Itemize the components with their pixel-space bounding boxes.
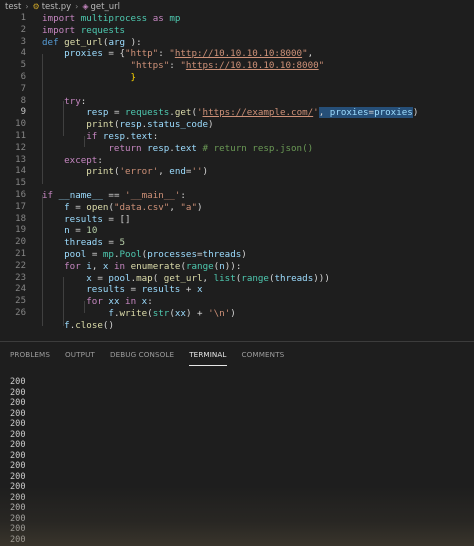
line-number: 8 [20,95,26,106]
line-number: 18 [15,213,26,224]
line-number: 1 [20,13,26,23]
code-line: 12 return resp.text # return resp.json() [0,143,474,155]
line-number: 9 [20,107,26,118]
line-number: 13 [15,154,26,165]
code-line: 10 print(resp.status_code) [0,119,474,131]
tab-terminal[interactable]: TERMINAL [189,350,227,366]
bottom-panel: PROBLEMS OUTPUT DEBUG CONSOLE TERMINAL C… [0,341,474,546]
terminal-line: 200 [10,398,26,408]
code-line: 15 [0,178,474,190]
line-number: 14 [15,166,26,177]
function-symbol-icon: ◈ [82,2,89,11]
line-number: 15 [15,178,26,189]
line-number: 7 [20,83,26,94]
code-line: 24 results = results + x [0,284,474,296]
code-line: 1 import multiprocess as mp [0,13,474,25]
code-line: 2 import requests [0,25,474,37]
code-line: 23 x = pool.map( get_url, list(range(thr… [0,273,474,285]
code-line: 22 for i, x in enumerate(range(n)): [0,261,474,273]
panel-tabs: PROBLEMS OUTPUT DEBUG CONSOLE TERMINAL C… [10,350,299,366]
python-file-icon: ⚙ [32,2,40,11]
tab-debug-console[interactable]: DEBUG CONSOLE [110,350,174,366]
line-number: 10 [15,119,26,130]
line-number: 25 [15,296,26,307]
line-number: 23 [15,272,26,283]
code-line: 7 [0,84,474,96]
breadcrumb-file[interactable]: test.py [42,2,71,12]
tab-output[interactable]: OUTPUT [65,350,95,366]
line-number: 4 [20,48,26,59]
background-overlay [0,486,474,546]
terminal-line: 200 [10,377,26,387]
line-number: 17 [15,201,26,212]
code-line: 11 if resp.text: [0,131,474,143]
line-number: 6 [20,72,26,82]
line-number: 20 [15,237,26,248]
line-number: 2 [20,24,26,35]
line-number: 21 [15,249,26,259]
line-number: 16 [15,190,26,200]
terminal-line: 200 [10,471,26,482]
line-number: 24 [15,284,26,295]
terminal-line: 200 [10,440,26,450]
terminal-line: 200 [10,429,26,440]
breadcrumb-folder[interactable]: test [5,2,21,12]
code-line: 21 pool = mp.Pool(processes=threads) [0,249,474,261]
code-line: 4 proxies = {"http": "http://10.10.10.10… [0,48,474,60]
terminal-line: 200 [10,450,26,461]
code-editor[interactable]: 1 import multiprocess as mp 2 import reque… [0,13,474,341]
code-line: 19 n = 10 [0,225,474,237]
code-line: 25 for xx in x: [0,296,474,308]
chevron-right-icon: › [75,2,79,11]
line-number: 19 [15,225,26,236]
code-line: 6 } [0,72,474,84]
line-number: 3 [20,36,26,47]
line-number: 5 [20,60,26,71]
terminal-line: 200 [10,408,26,419]
code-line: 5 "https": "https://10.10.10.10:8000" [0,60,474,72]
code-line: 8 try: [0,96,474,108]
code-line: 18 results = [] [0,214,474,226]
code-line: 13 except: [0,155,474,167]
code-line: f.close() [64,319,114,331]
line-number: 11 [15,131,26,141]
line-number: 12 [15,142,26,153]
chevron-right-icon: › [25,2,29,11]
code-line: 17 f = open("data.csv", "a") [0,202,474,214]
line-number: 26 [15,308,26,318]
code-line: 26 f.write(str(xx) + '\n') [0,308,474,320]
tab-problems[interactable]: PROBLEMS [10,350,50,366]
code-line: 16 if __name__ == '__main__': [0,190,474,202]
breadcrumb: test › ⚙ test.py › ◈ get_url [0,0,474,13]
code-line: 9 resp = requests.get('https://example.c… [0,107,474,119]
line-number: 22 [15,260,26,271]
terminal-line: 200 [10,461,26,471]
breadcrumb-symbol[interactable]: get_url [91,2,120,12]
terminal-line: 200 [10,387,26,398]
terminal-line: 200 [10,419,26,429]
code-line: 14 print('error', end='') [0,166,474,178]
tab-comments[interactable]: COMMENTS [242,350,285,366]
code-line: 3 def get_url(arg ): [0,37,474,49]
code-line: 20 threads = 5 [0,237,474,249]
